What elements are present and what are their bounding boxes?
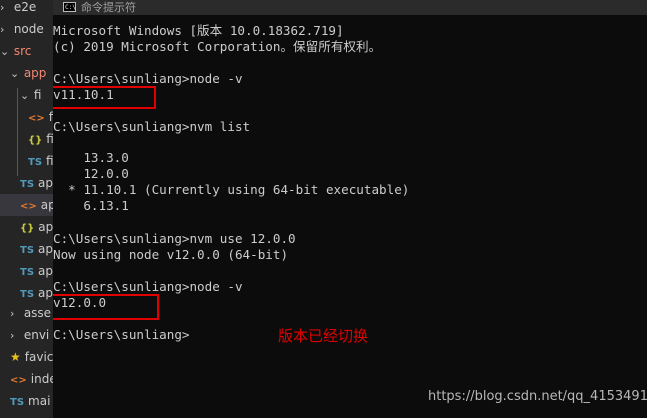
html-file-icon: <> <box>20 201 37 212</box>
tree-item-label: envi <box>23 328 50 342</box>
tree-folder-src[interactable]: ⌄ src <box>0 40 31 62</box>
tree-item-label: mai <box>28 394 51 408</box>
tree-file[interactable]: TS ap <box>20 172 53 194</box>
tree-file[interactable]: {} ap <box>20 216 53 238</box>
chevron-right-icon: › <box>0 1 5 14</box>
window-titlebar[interactable]: C:\ 命令提示符 <box>53 0 647 15</box>
tree-item-label: ap <box>38 264 53 278</box>
tree-file-main[interactable]: TS mai <box>10 390 50 412</box>
html-file-icon: <> <box>10 375 27 386</box>
json-file-icon: {} <box>28 135 43 146</box>
version-highlight-box <box>53 86 156 109</box>
terminal-line: Microsoft Windows [版本 10.0.18362.719] <box>53 23 344 38</box>
tree-item-label: ap <box>38 220 53 234</box>
tree-indent-guide <box>17 88 18 176</box>
tree-file[interactable]: TS ap <box>20 260 53 282</box>
tree-item-label: inde <box>30 372 53 386</box>
chevron-down-icon: ⌄ <box>20 89 30 102</box>
tree-item-label: ap <box>38 176 53 190</box>
terminal-line: C:\Users\sunliang>nvm list <box>53 119 251 134</box>
tree-folder-assets[interactable]: › asse <box>10 302 51 324</box>
terminal-line: C:\Users\sunliang> <box>53 327 190 342</box>
tree-file-index[interactable]: <>inde <box>10 368 53 390</box>
chevron-right-icon: › <box>10 329 15 342</box>
tree-folder-environments[interactable]: › envi <box>10 324 49 346</box>
tree-file[interactable]: <>fi <box>28 106 53 128</box>
tree-item-label: ap <box>38 242 53 256</box>
annotation-text: 版本已经切换 <box>278 327 369 345</box>
tree-item-label: favic <box>24 350 53 364</box>
tree-folder-node-modules[interactable]: › node <box>0 18 44 40</box>
ts-file-icon: TS <box>20 267 35 278</box>
chevron-right-icon: › <box>0 23 5 36</box>
chevron-down-icon: ⌄ <box>10 67 20 80</box>
terminal-line: C:\Users\sunliang>nvm use 12.0.0 <box>53 231 296 246</box>
chevron-right-icon: › <box>10 307 15 320</box>
ts-file-icon: TS <box>20 179 35 190</box>
watermark: https://blog.csdn.net/qq_41534913 <box>428 389 647 404</box>
cmd-icon: C:\ <box>63 2 76 12</box>
json-file-icon: {} <box>20 223 35 234</box>
terminal-line: 6.13.1 <box>53 198 129 213</box>
command-prompt-window[interactable]: C:\ 命令提示符 Microsoft Windows [版本 10.0.1836… <box>53 0 647 418</box>
terminal-line: C:\Users\sunliang>node -v <box>53 279 243 294</box>
tree-folder-e2e[interactable]: › e2e <box>0 0 36 18</box>
terminal-line: 12.0.0 <box>53 166 129 181</box>
ts-file-icon: TS <box>20 245 35 256</box>
explorer-sidebar: › e2e › node ⌄ src ⌄ app ⌄ fi <>fi {}fi … <box>0 0 53 418</box>
tree-file-favicon[interactable]: ★ favic <box>10 346 53 368</box>
window-title: 命令提示符 <box>81 1 136 14</box>
tree-file-selected[interactable]: <> ap <box>0 194 53 216</box>
tree-file[interactable]: {} fi <box>28 128 53 150</box>
terminal-line: (c) 2019 Microsoft Corporation。保留所有权利。 <box>53 39 382 54</box>
star-icon: ★ <box>10 350 21 364</box>
tree-item-label: ap <box>38 286 53 300</box>
tree-item-label: fi <box>46 132 53 146</box>
tree-item-label: fi <box>33 88 42 102</box>
ts-file-icon: TS <box>10 397 25 408</box>
terminal-line: Now using node v12.0.0 (64-bit) <box>53 247 289 262</box>
tree-item-label: asse <box>23 306 52 320</box>
tree-item-label: ap <box>40 198 53 212</box>
chevron-down-icon: ⌄ <box>0 45 10 58</box>
terminal-line: 13.3.0 <box>53 150 129 165</box>
tree-file[interactable]: TS ap <box>20 282 53 304</box>
version-highlight-box <box>53 294 159 320</box>
html-file-icon: <> <box>28 113 45 124</box>
tree-folder-sub[interactable]: ⌄ fi <box>20 84 41 106</box>
terminal-line: C:\Users\sunliang>node -v <box>53 71 243 86</box>
tree-folder-app[interactable]: ⌄ app <box>10 62 46 84</box>
tree-item-label: node <box>13 22 44 36</box>
tree-file[interactable]: TS ap <box>20 238 53 260</box>
tree-item-label: e2e <box>13 0 37 14</box>
tree-file[interactable]: TS fi <box>28 150 53 172</box>
tree-item-label: fi <box>46 154 53 168</box>
tree-item-label: app <box>23 66 47 80</box>
ts-file-icon: TS <box>28 157 43 168</box>
terminal-line: * 11.10.1 (Currently using 64-bit execut… <box>53 182 410 197</box>
tree-item-label: src <box>13 44 32 58</box>
